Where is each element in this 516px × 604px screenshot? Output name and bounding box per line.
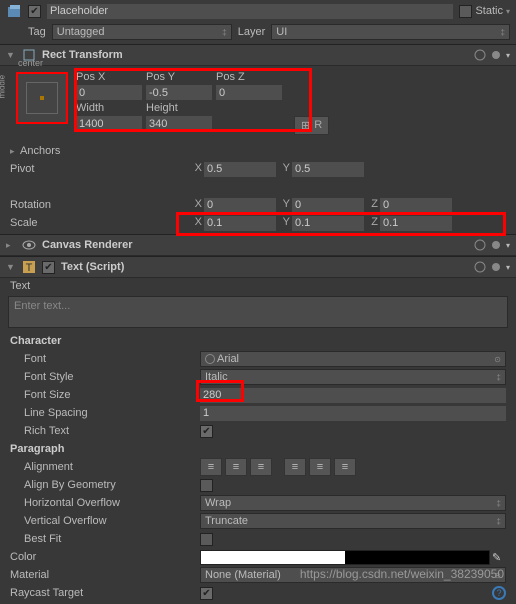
richtext-checkbox[interactable]: ✔: [200, 425, 213, 438]
anchor-side-label: middle: [0, 75, 7, 99]
linespacing-label: Line Spacing: [10, 407, 200, 419]
text-input[interactable]: Enter text...: [8, 296, 508, 328]
alignbygeom-label: Align By Geometry: [10, 479, 200, 491]
hoverflow-label: Horizontal Overflow: [10, 497, 200, 509]
tag-label: Tag: [28, 26, 46, 38]
linespacing-input[interactable]: [200, 406, 506, 421]
alignment-label: Alignment: [10, 461, 200, 473]
material-label: Material: [10, 569, 200, 581]
fold-icon[interactable]: ▼: [6, 262, 16, 272]
color-swatch[interactable]: [200, 550, 490, 565]
help-icon[interactable]: [474, 261, 486, 273]
fold-icon[interactable]: ▼: [6, 50, 16, 60]
pivot-label: Pivot: [10, 163, 190, 175]
pivot-y[interactable]: [292, 162, 364, 177]
rect-title: Rect Transform: [42, 49, 123, 61]
scale-y[interactable]: [292, 216, 364, 231]
cube-icon: [6, 3, 22, 19]
fontsize-label: Font Size: [10, 389, 200, 401]
posx-label: Pos X: [76, 70, 146, 84]
text-title: Text (Script): [61, 261, 124, 273]
voverflow-label: Vertical Overflow: [10, 515, 200, 527]
help-icon[interactable]: [474, 49, 486, 61]
bestfit-label: Best Fit: [10, 533, 200, 545]
text-field-label: Text: [10, 280, 30, 292]
eye-icon: [22, 238, 36, 252]
posy-input[interactable]: [146, 85, 212, 100]
text-enable-checkbox[interactable]: ✔: [42, 261, 55, 274]
paragraph-heading: Paragraph: [10, 440, 506, 458]
anchor-preset[interactable]: [16, 72, 68, 124]
character-heading: Character: [10, 332, 506, 350]
watermark: https://blog.csdn.net/weixin_38239050: [300, 567, 504, 581]
layer-label: Layer: [238, 26, 266, 38]
static-toggle[interactable]: Static ▾: [459, 5, 510, 18]
alignbygeom-checkbox[interactable]: [200, 479, 213, 492]
gear-icon[interactable]: [490, 261, 502, 273]
hoverflow-dropdown[interactable]: Wrap‡: [200, 495, 506, 511]
scale-label: Scale: [10, 217, 190, 229]
voverflow-dropdown[interactable]: Truncate‡: [200, 513, 506, 529]
posz-input[interactable]: [216, 85, 282, 100]
eyedropper-icon[interactable]: ✎: [492, 551, 506, 564]
rot-y[interactable]: [292, 198, 364, 213]
font-field[interactable]: Arial⊙: [200, 351, 506, 367]
width-label: Width: [76, 101, 146, 115]
height-label: Height: [146, 101, 216, 115]
tag-dropdown[interactable]: Untagged‡: [52, 24, 232, 40]
rotation-label: Rotation: [10, 199, 190, 211]
static-label: Static: [475, 5, 503, 17]
width-input[interactable]: [76, 116, 142, 131]
gameobject-name[interactable]: [47, 4, 453, 19]
fontstyle-dropdown[interactable]: Italic‡: [200, 369, 506, 385]
help-icon[interactable]: ?: [492, 586, 506, 600]
gear-icon[interactable]: [490, 239, 502, 251]
fontsize-input[interactable]: [200, 388, 506, 403]
alignment-buttons[interactable]: ≡≡≡ ≡≡≡: [200, 458, 356, 476]
anchor-top-label: center: [18, 58, 43, 68]
fontstyle-label: Font Style: [10, 371, 200, 383]
scale-x[interactable]: [204, 216, 276, 231]
raycast-checkbox[interactable]: ✔: [200, 587, 213, 600]
posz-label: Pos Z: [216, 70, 286, 84]
blueprint-button[interactable]: ⊞R: [294, 116, 329, 135]
bestfit-checkbox[interactable]: [200, 533, 213, 546]
anchors-fold[interactable]: ▸: [10, 146, 20, 157]
canvas-title: Canvas Renderer: [42, 239, 133, 251]
anchors-label: Anchors: [20, 145, 190, 157]
rot-z[interactable]: [380, 198, 452, 213]
svg-text:T: T: [26, 262, 33, 274]
color-label: Color: [10, 551, 200, 563]
pivot-x[interactable]: [204, 162, 276, 177]
scale-z[interactable]: [380, 216, 452, 231]
enable-checkbox[interactable]: ✔: [28, 5, 41, 18]
posy-label: Pos Y: [146, 70, 216, 84]
rot-x[interactable]: [204, 198, 276, 213]
fold-icon[interactable]: ▸: [6, 240, 16, 251]
help-icon[interactable]: [474, 239, 486, 251]
font-label: Font: [10, 353, 200, 365]
gear-icon[interactable]: [490, 49, 502, 61]
posx-input[interactable]: [76, 85, 142, 100]
text-icon: T: [22, 260, 36, 274]
layer-dropdown[interactable]: UI‡: [271, 24, 510, 40]
height-input[interactable]: [146, 116, 212, 131]
richtext-label: Rich Text: [10, 425, 200, 437]
